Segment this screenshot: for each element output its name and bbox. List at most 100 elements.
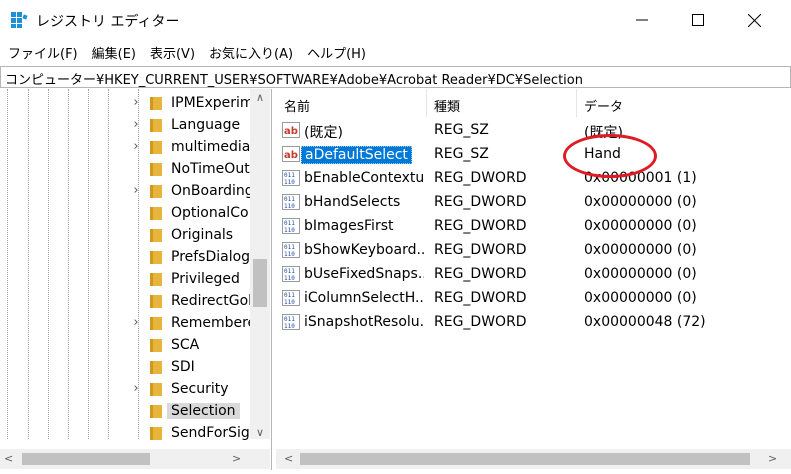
folder-icon (149, 404, 163, 419)
scroll-right-icon[interactable]: > (232, 452, 241, 465)
value-row[interactable]: 011 110 bHandSelects REG_DWORD 0x00000000 (0… (276, 190, 791, 214)
value-name: bHandSelects (304, 194, 401, 210)
address-bar[interactable]: コンピューター¥HKEY_CURRENT_USER¥SOFTWARE¥Adobe… (0, 66, 791, 88)
svg-text:110: 110 (284, 299, 295, 306)
value-type: REG_DWORD (434, 242, 527, 258)
value-row[interactable]: 011 110 bUseFixedSnaps... REG_DWORD 0x000000… (276, 262, 791, 286)
tree-item[interactable]: OptionalCo (0, 202, 250, 224)
folder-icon (149, 140, 163, 155)
tree-item-label: Remembere (171, 315, 257, 331)
tree-vertical-scrollbar[interactable]: ∧ ∨ (250, 89, 270, 439)
scroll-up-icon[interactable]: ∧ (250, 91, 270, 107)
tree-item-label: NoTimeOut (171, 161, 250, 177)
value-type: REG_SZ (434, 146, 489, 162)
minimize-button[interactable] (619, 0, 665, 40)
binary-value-icon: 011 110 (282, 314, 300, 330)
tree-horizontal-scrollbar[interactable]: < > (0, 449, 250, 469)
key-tree: › IPMExperim › Language › multimedia NoTimeOut… (0, 89, 272, 470)
tree-item[interactable]: Originals (0, 224, 250, 246)
tree-item[interactable]: SCA (0, 334, 250, 356)
value-row[interactable]: ab (既定) REG_SZ (既定) (276, 118, 791, 142)
tree-item[interactable]: › Security (0, 378, 250, 400)
value-row[interactable]: ab aDefaultSelect REG_SZ Hand (276, 142, 791, 166)
menu-help[interactable]: ヘルプ(H) (299, 43, 372, 62)
value-data: 0x00000000 (0) (584, 194, 697, 210)
folder-icon (149, 294, 163, 309)
value-data: 0x00000048 (72) (584, 314, 706, 330)
binary-value-icon: 011 110 (282, 218, 300, 234)
tree-item[interactable]: › Language (0, 114, 250, 136)
close-button[interactable] (731, 0, 777, 40)
tree-item[interactable]: NoTimeOut (0, 158, 250, 180)
folder-icon (149, 228, 163, 243)
tree-item[interactable]: Selection (0, 400, 250, 422)
minimize-icon (636, 19, 648, 21)
menu-view[interactable]: 表示(V) (142, 43, 201, 62)
folder-icon (149, 96, 163, 111)
binary-value-icon: 011 110 (282, 266, 300, 282)
value-row[interactable]: 011 110 iColumnSelectH... REG_DWORD 0x000000… (276, 286, 791, 310)
value-row[interactable]: 011 110 iSnapshotResolu... REG_DWORD 0x00000… (276, 310, 791, 334)
tree-item[interactable]: Privileged (0, 268, 250, 290)
expand-chevron-icon[interactable]: › (130, 381, 142, 397)
scroll-right-icon[interactable]: > (768, 452, 777, 465)
value-name: bUseFixedSnaps... (304, 266, 424, 282)
value-row[interactable]: 011 110 bShowKeyboard... REG_DWORD 0x0000000… (276, 238, 791, 262)
scroll-left-icon[interactable]: < (4, 452, 13, 465)
tree-item-label: Language (171, 117, 241, 133)
svg-text:011: 011 (284, 220, 295, 227)
menu-bar: ファイル(F) 編集(E) 表示(V) お気に入り(A) ヘルプ(H) (0, 40, 791, 64)
tree-item-label: Security (171, 381, 229, 397)
svg-text:011: 011 (284, 316, 295, 323)
folder-icon (149, 316, 163, 331)
folder-icon (149, 118, 163, 133)
tree-item[interactable]: › Remembere (0, 312, 256, 334)
expand-chevron-icon[interactable]: › (130, 315, 142, 331)
value-data: 0x00000000 (0) (584, 290, 697, 306)
expand-chevron-icon[interactable]: › (130, 95, 142, 111)
value-row[interactable]: 011 110 bImagesFirst REG_DWORD 0x00000000 (0… (276, 214, 791, 238)
svg-text:110: 110 (284, 275, 295, 282)
value-type: REG_DWORD (434, 290, 527, 306)
binary-value-icon: 011 110 (282, 242, 300, 258)
value-type: REG_DWORD (434, 170, 527, 186)
expand-chevron-icon[interactable]: › (130, 183, 142, 199)
tree-item[interactable]: SendForSigr (0, 422, 256, 444)
svg-text:110: 110 (284, 227, 295, 234)
tree-item-label: OnBoarding (171, 183, 254, 199)
scroll-thumb[interactable] (300, 453, 750, 465)
tree-item[interactable]: PrefsDialog (0, 246, 250, 268)
tree-item[interactable]: SDI (0, 356, 250, 378)
menu-favorites[interactable]: お気に入り(A) (201, 43, 299, 62)
scroll-down-icon[interactable]: ∨ (250, 426, 270, 440)
tree-item[interactable]: › OnBoarding (0, 180, 253, 202)
folder-icon (149, 338, 163, 353)
column-header-data[interactable]: データ (576, 89, 791, 117)
value-data: 0x00000000 (0) (584, 242, 697, 258)
tree-item[interactable]: RedirectGol (0, 290, 252, 312)
scroll-left-icon[interactable]: < (284, 452, 293, 465)
value-row[interactable]: 011110bEnableContextu...REG_DWORD0x00000… (276, 166, 791, 190)
tree-item[interactable]: › multimedia (0, 136, 250, 158)
column-header-name[interactable]: 名前 (276, 89, 426, 117)
scroll-thumb[interactable] (253, 259, 267, 307)
value-name: iSnapshotResolu... (304, 314, 424, 330)
folder-icon (149, 360, 163, 375)
menu-edit[interactable]: 編集(E) (84, 43, 142, 62)
maximize-icon (692, 14, 704, 26)
menu-file[interactable]: ファイル(F) (0, 43, 84, 62)
expand-chevron-icon[interactable]: › (130, 139, 142, 155)
list-horizontal-scrollbar[interactable]: < > (276, 449, 791, 469)
binary-value-icon: 011 110 (282, 170, 300, 186)
tree-item-label: SDI (171, 359, 195, 375)
svg-text:011: 011 (284, 268, 295, 275)
tree-item-label: SendForSigr (171, 425, 256, 441)
value-name: iColumnSelectH... (304, 290, 424, 306)
scroll-thumb[interactable] (22, 453, 150, 465)
folder-icon (149, 250, 163, 265)
title-bar: レジストリ エディター (0, 0, 791, 40)
column-header-type[interactable]: 種類 (426, 89, 576, 117)
expand-chevron-icon[interactable]: › (130, 117, 142, 133)
maximize-button[interactable] (675, 0, 721, 40)
tree-item[interactable]: › IPMExperim (0, 92, 253, 114)
